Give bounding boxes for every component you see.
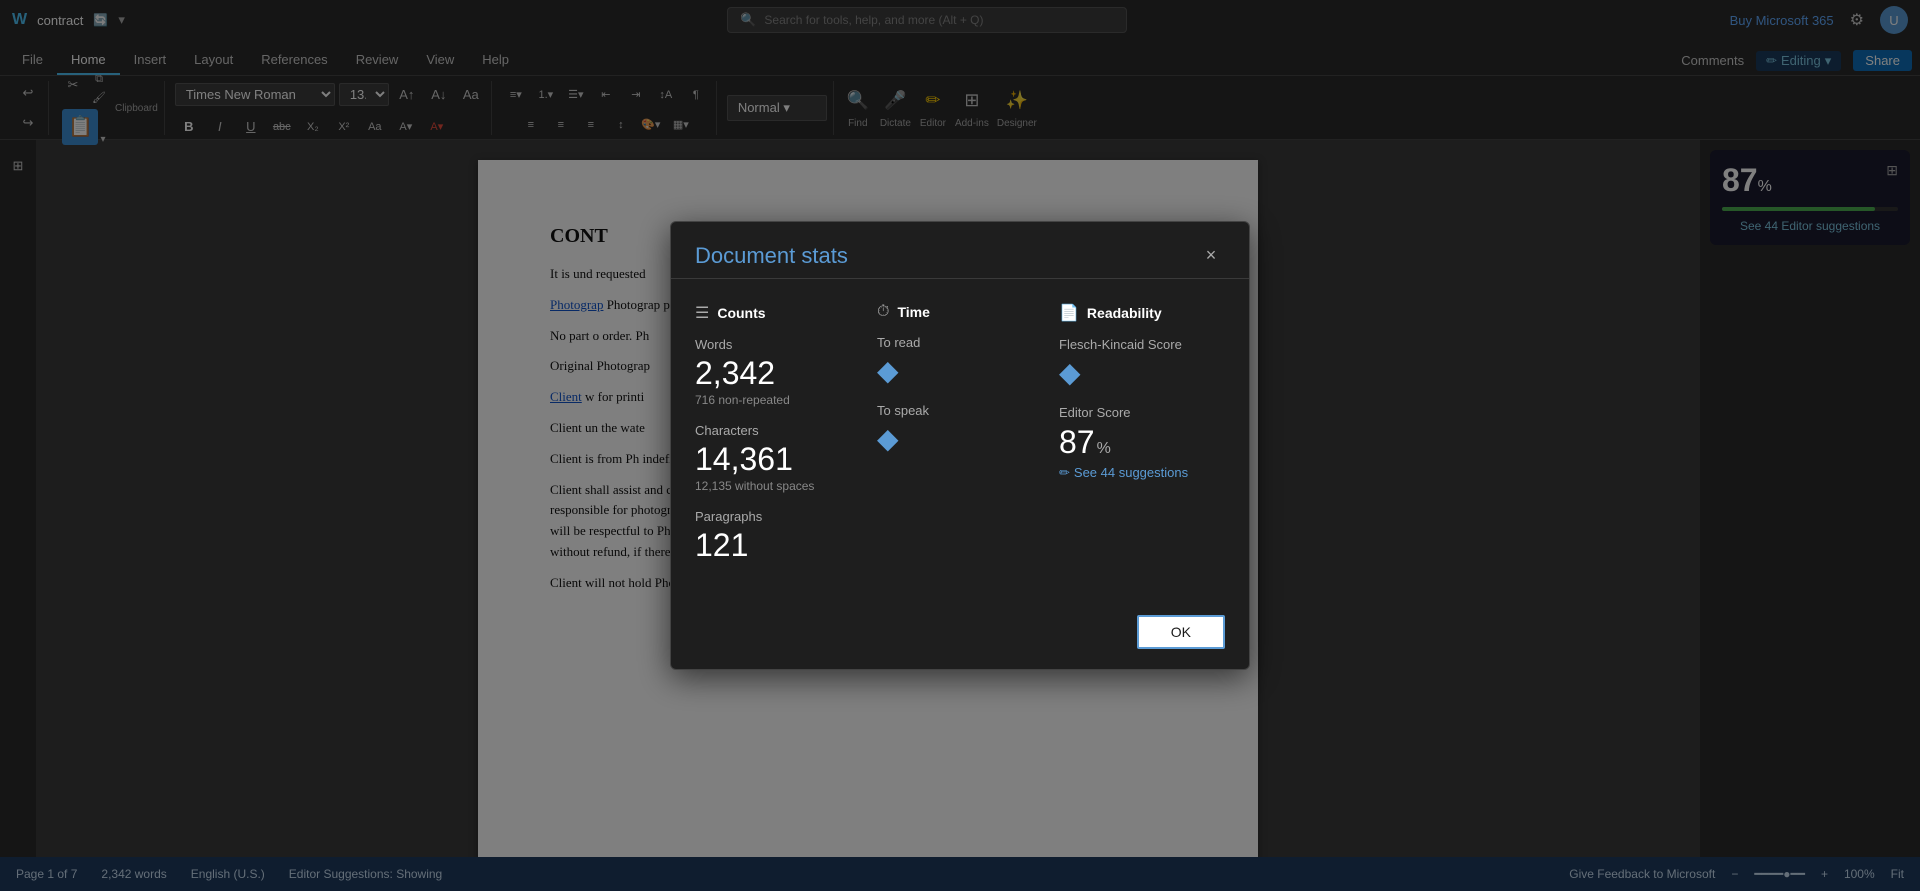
modal-overlay: Document stats × ☰ Counts Words 2,342 71…: [0, 0, 1920, 891]
to-speak-stat: To speak ◆: [877, 403, 1043, 455]
words-stat: Words 2,342 716 non-repeated: [695, 337, 861, 407]
editor-score-modal-pct: %: [1097, 440, 1111, 458]
editor-score-label: Editor Score: [1059, 405, 1225, 420]
editor-score-modal-value: 87: [1059, 424, 1095, 461]
to-speak-label: To speak: [877, 403, 1043, 418]
readability-title: Readability: [1087, 305, 1162, 321]
paragraphs-value: 121: [695, 528, 861, 563]
document-stats-modal: Document stats × ☰ Counts Words 2,342 71…: [670, 221, 1250, 671]
see-suggestions-label: See 44 suggestions: [1074, 465, 1188, 480]
see-suggestions-link[interactable]: ✏ See 44 suggestions: [1059, 465, 1225, 481]
to-speak-diamond: ◆: [877, 422, 1043, 455]
words-sub: 716 non-repeated: [695, 393, 861, 407]
readability-header: 📄 Readability: [1059, 303, 1225, 323]
paragraphs-label: Paragraphs: [695, 509, 861, 524]
paragraphs-stat: Paragraphs 121: [695, 509, 861, 563]
time-title: Time: [897, 304, 929, 320]
words-label: Words: [695, 337, 861, 352]
characters-stat: Characters 14,361 12,135 without spaces: [695, 423, 861, 493]
to-read-diamond: ◆: [877, 354, 1043, 387]
counts-header: ☰ Counts: [695, 303, 861, 323]
editor-score-stat: Editor Score 87% ✏ See 44 suggestions: [1059, 405, 1225, 481]
time-header: ⏱ Time: [877, 303, 1043, 321]
fk-score-diamond: ◆: [1059, 356, 1225, 389]
characters-label: Characters: [695, 423, 861, 438]
characters-sub: 12,135 without spaces: [695, 479, 861, 493]
to-read-label: To read: [877, 335, 1043, 350]
characters-value: 14,361: [695, 442, 861, 477]
time-icon: ⏱: [877, 303, 889, 321]
counts-title: Counts: [717, 305, 765, 321]
ok-button[interactable]: OK: [1137, 615, 1225, 649]
to-read-stat: To read ◆: [877, 335, 1043, 387]
time-section: ⏱ Time To read ◆ To speak ◆: [877, 303, 1043, 580]
words-value: 2,342: [695, 356, 861, 391]
modal-body: ☰ Counts Words 2,342 716 non-repeated Ch…: [671, 287, 1249, 604]
modal-close-button[interactable]: ×: [1197, 242, 1225, 270]
modal-footer: OK: [671, 603, 1249, 669]
readability-icon: 📄: [1059, 303, 1079, 323]
readability-section: 📄 Readability Flesch-Kincaid Score ◆ Edi…: [1059, 303, 1225, 580]
counts-section: ☰ Counts Words 2,342 716 non-repeated Ch…: [695, 303, 861, 580]
modal-header: Document stats ×: [671, 222, 1249, 270]
fk-score-stat: Flesch-Kincaid Score ◆: [1059, 337, 1225, 389]
modal-title: Document stats: [695, 243, 848, 269]
fk-score-label: Flesch-Kincaid Score: [1059, 337, 1225, 352]
suggestions-edit-icon: ✏: [1059, 465, 1070, 481]
counts-icon: ☰: [695, 303, 709, 323]
